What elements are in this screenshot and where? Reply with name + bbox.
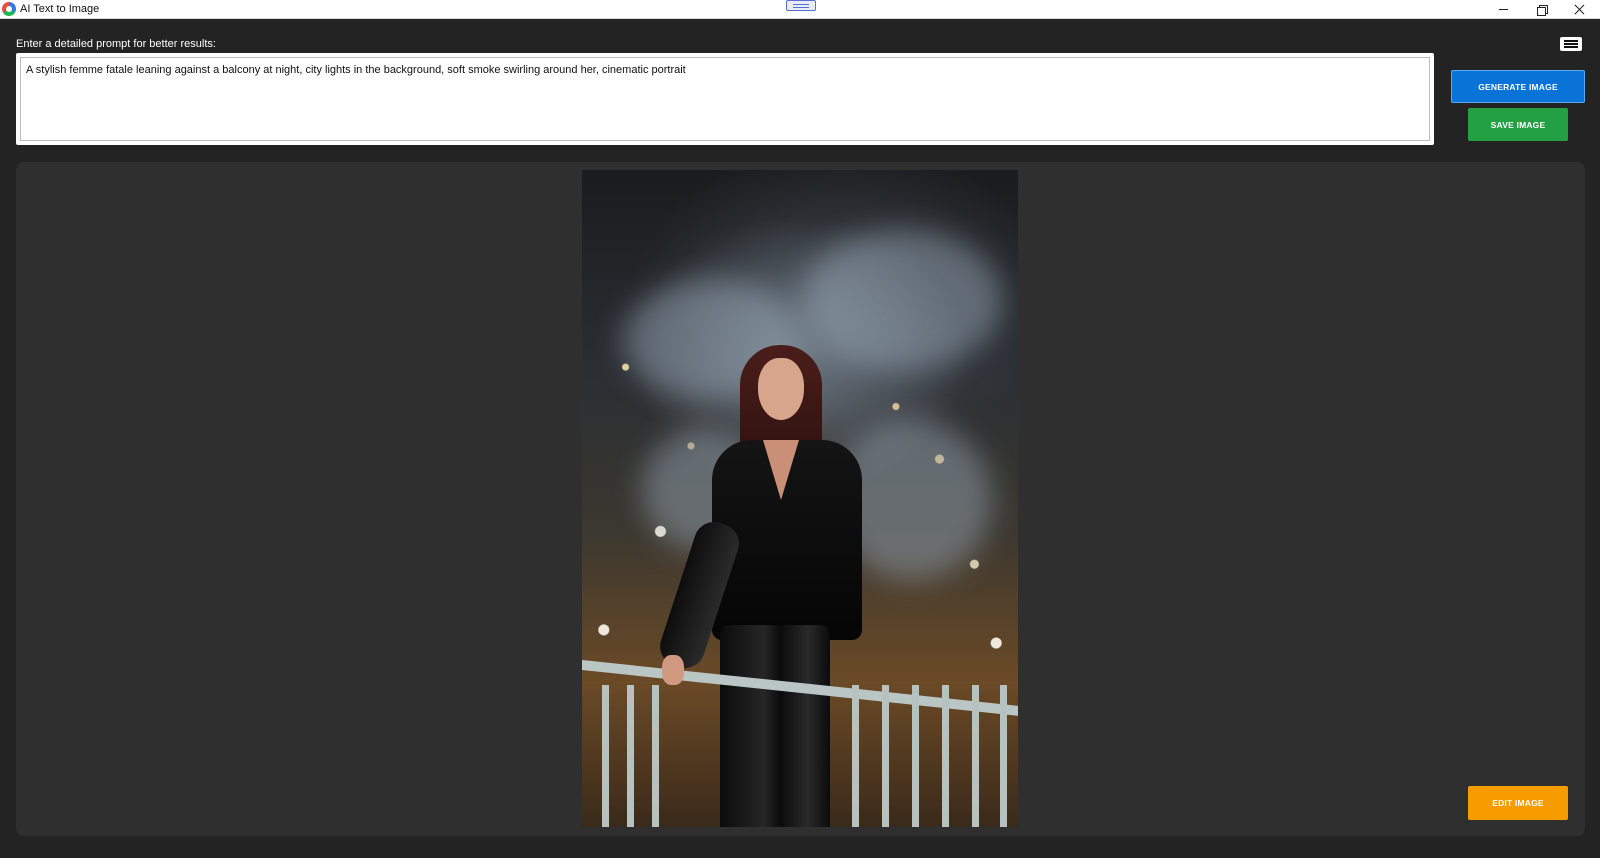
figure-hand — [662, 655, 684, 685]
close-icon — [1574, 4, 1585, 15]
image-preview-panel — [16, 162, 1585, 836]
railing-baluster — [912, 685, 919, 827]
hamburger-menu-icon[interactable] — [1560, 37, 1582, 51]
figure-face — [758, 358, 804, 420]
save-image-button[interactable]: SAVE IMAGE — [1468, 108, 1568, 141]
snap-layout-handle-icon[interactable] — [786, 0, 816, 11]
menu-line — [1564, 43, 1578, 45]
maximize-icon — [1536, 5, 1548, 16]
prompt-label: Enter a detailed prompt for better resul… — [16, 38, 216, 50]
prompt-input[interactable]: A stylish femme fatale leaning against a… — [20, 57, 1430, 141]
title-bar: AI Text to Image — [0, 0, 1600, 19]
railing-baluster — [602, 685, 609, 827]
figure-legs — [720, 625, 830, 827]
minimize-icon — [1498, 9, 1508, 10]
railing-baluster — [852, 685, 859, 827]
app-logo-icon — [2, 2, 16, 16]
generated-image — [582, 170, 1018, 827]
close-button[interactable] — [1560, 0, 1598, 19]
minimize-button[interactable] — [1484, 0, 1522, 19]
railing-baluster — [882, 685, 889, 827]
maximize-button[interactable] — [1522, 0, 1560, 19]
window-title: AI Text to Image — [20, 3, 100, 15]
menu-line — [1564, 40, 1578, 42]
generate-image-button[interactable]: GENERATE IMAGE — [1451, 70, 1585, 103]
railing-baluster — [972, 685, 979, 827]
prompt-container: A stylish femme fatale leaning against a… — [16, 53, 1434, 145]
railing-baluster — [627, 685, 634, 827]
edit-image-button[interactable]: EDIT IMAGE — [1468, 786, 1568, 820]
railing-baluster — [652, 685, 659, 827]
railing-baluster — [1000, 685, 1007, 827]
smoke-cloud — [802, 230, 1002, 370]
menu-line — [1564, 46, 1578, 48]
railing-baluster — [942, 685, 949, 827]
